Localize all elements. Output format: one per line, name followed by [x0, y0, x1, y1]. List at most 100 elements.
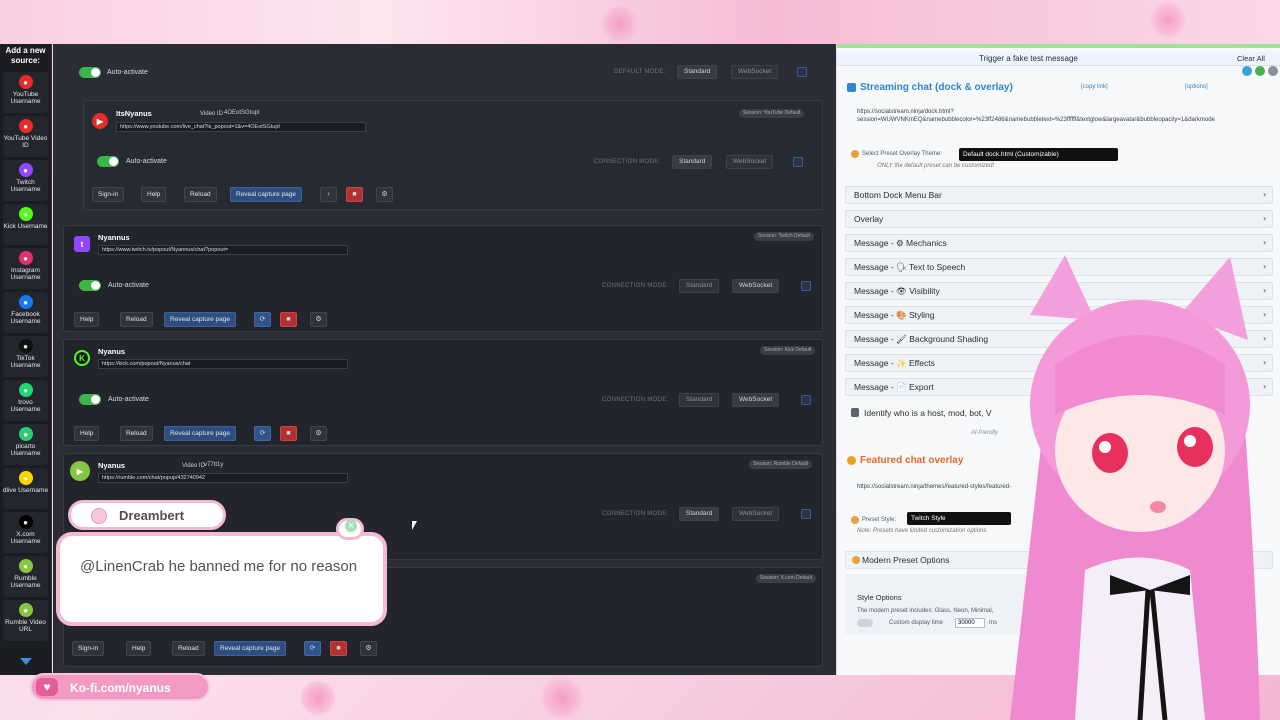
preset-theme-label: Select Preset Overlay Theme: — [862, 151, 942, 157]
sidebar-source-button[interactable]: ● YouTube Video ID — [3, 116, 48, 157]
sidebar-source-button[interactable]: ● trovo Username — [3, 380, 48, 421]
settings-icon[interactable] — [1268, 66, 1278, 76]
connection-mode-label: CONNECTION MODE: — [594, 159, 661, 165]
preset-note: ONLY the default preset can be customize… — [877, 163, 995, 169]
stop-button[interactable]: ■ — [280, 426, 297, 441]
auto-activate-toggle[interactable] — [79, 280, 101, 291]
sidebar-source-label: YouTube Video ID — [3, 135, 48, 149]
x-icon: ● — [18, 515, 33, 529]
sidebar-source-button[interactable]: ● TikTok Username — [3, 336, 48, 377]
stop-button[interactable]: ■ — [346, 187, 363, 202]
mode-standard-button[interactable]: Standard — [679, 393, 720, 407]
reload-button[interactable]: Reload — [184, 187, 217, 202]
video-id-value: 4OEotSGtupI — [224, 110, 260, 116]
source-url-input[interactable]: https://www.youtube.com/live_chat?is_pop… — [116, 122, 366, 132]
source-url-input[interactable]: https://kick.com/popout/Nyanus/chat — [98, 359, 348, 369]
sidebar-source-button[interactable]: ● picarto Username — [3, 424, 48, 465]
dock-url[interactable]: https://socialstream.ninja/dock.html?ses… — [857, 108, 1277, 124]
display-time-toggle[interactable] — [857, 619, 873, 627]
rumble-icon: ● — [18, 559, 33, 573]
mode-checkbox[interactable] — [801, 281, 811, 291]
reload-button[interactable]: Reload — [120, 426, 153, 441]
sidebar-source-button[interactable]: ● Instagram Username — [3, 248, 48, 289]
connection-mode-label: CONNECTION MODE: — [602, 511, 669, 517]
refresh-icon[interactable]: ⟳ — [254, 312, 271, 327]
mode-checkbox[interactable] — [801, 509, 811, 519]
reveal-capture-button[interactable]: Reveal capture page — [164, 312, 236, 327]
blossom-decoration — [300, 680, 336, 716]
globe-icon[interactable] — [1242, 66, 1252, 76]
instagram-icon: ● — [18, 251, 33, 265]
reload-button[interactable]: Reload — [120, 312, 153, 327]
sidebar-source-button[interactable]: ● Rumble Username — [3, 556, 48, 597]
mode-websocket-button[interactable]: WebSocket — [732, 279, 780, 293]
auto-activate-toggle[interactable] — [97, 156, 119, 167]
streaming-chat-title: Streaming chat (dock & overlay) — [860, 82, 1013, 93]
video-id-value: v77tt1y — [204, 462, 224, 468]
settings-accordion-item[interactable]: Bottom Dock Menu Bar › — [845, 186, 1273, 204]
reveal-capture-button[interactable]: Reveal capture page — [164, 426, 236, 441]
help-button[interactable]: Help — [126, 641, 152, 656]
mode-websocket-button[interactable]: WebSocket — [732, 393, 780, 407]
options-link[interactable]: [options] — [1185, 84, 1208, 90]
refresh-icon[interactable]: ⟳ — [254, 426, 271, 441]
reveal-capture-button[interactable]: Reveal capture page — [214, 641, 286, 656]
auto-activate-toggle[interactable] — [79, 67, 101, 78]
clear-all-button[interactable]: Clear All — [1237, 54, 1265, 63]
sidebar-source-button[interactable]: ● YouTube Username — [3, 72, 48, 113]
session-badge: Session: Rumble Default — [749, 460, 813, 469]
copy-link[interactable]: [copy link] — [1081, 84, 1108, 90]
source-url-input[interactable]: https://www.twitch.tv/popout/Nyannus/cha… — [98, 245, 348, 255]
settings-gear-icon[interactable]: ⚙ — [360, 641, 377, 656]
display-time-input[interactable]: 30000 — [955, 618, 985, 628]
sidebar-source-button[interactable]: ● Twitch Username — [3, 160, 48, 201]
settings-gear-icon[interactable]: ⚙ — [310, 312, 327, 327]
twitch-icon: t — [74, 236, 90, 252]
mode-checkbox[interactable] — [793, 157, 803, 167]
kofi-badge[interactable]: ♥ Ko-fi.com/nyanus — [30, 673, 210, 701]
stop-button[interactable]: ■ — [330, 641, 347, 656]
info-icon[interactable] — [1255, 66, 1265, 76]
mode-standard-button[interactable]: Standard — [679, 507, 720, 521]
help-button[interactable]: Help — [74, 426, 100, 441]
sidebar-source-button[interactable]: ● Facebook Username — [3, 292, 48, 333]
sign-in-button[interactable]: Sign-in — [92, 187, 125, 202]
auto-activate-toggle[interactable] — [79, 394, 101, 405]
twitch-icon: ● — [18, 163, 33, 177]
sidebar-source-button[interactable]: ● Rumble Video URL — [3, 600, 48, 641]
mode-websocket-button[interactable]: WebSocket — [731, 65, 779, 79]
mode-websocket-button[interactable]: WebSocket — [726, 155, 774, 169]
mode-standard-button[interactable]: Standard — [677, 65, 718, 79]
preset-style-note: Note: Presets have limited customization… — [857, 528, 987, 534]
sidebar-source-label: X.com Username — [10, 531, 41, 545]
mode-standard-button[interactable]: Standard — [679, 279, 720, 293]
featured-url[interactable]: https://socialstream.ninja/themes/featur… — [857, 483, 1011, 491]
reload-button[interactable]: Reload — [172, 641, 205, 656]
help-button[interactable]: Help — [141, 187, 167, 202]
sidebar-source-label: Rumble Username — [10, 575, 41, 589]
collapse-button[interactable]: ‹ — [320, 187, 337, 202]
help-button[interactable]: Help — [74, 312, 100, 327]
sidebar-source-button[interactable]: ● dlive Username — [3, 468, 48, 509]
mode-checkbox[interactable] — [801, 395, 811, 405]
stop-button[interactable]: ■ — [280, 312, 297, 327]
palette-icon — [851, 150, 859, 158]
mode-websocket-button[interactable]: WebSocket — [732, 507, 780, 521]
refresh-icon[interactable]: ⟳ — [304, 641, 321, 656]
host-icon — [851, 408, 859, 417]
source-url-input[interactable]: https://rumble.com/chat/popup/432740942 — [98, 473, 348, 483]
modern-desc: The modern preset includes: Glass, Neon,… — [857, 608, 994, 614]
close-bubble-icon[interactable] — [336, 518, 364, 540]
settings-gear-icon[interactable]: ⚙ — [310, 426, 327, 441]
scroll-down-icon[interactable] — [20, 658, 32, 665]
sidebar-source-button[interactable]: ● Kick Username — [3, 204, 48, 245]
preset-theme-select[interactable]: Default dock.html (Customizable) — [959, 148, 1118, 161]
fake-test-message-button[interactable]: Trigger a fake test message — [837, 52, 1280, 66]
reveal-capture-button[interactable]: Reveal capture page — [230, 187, 302, 202]
sign-in-button[interactable]: Sign-in — [72, 641, 105, 656]
mode-standard-button[interactable]: Standard — [672, 155, 713, 169]
mode-checkbox[interactable] — [797, 67, 807, 77]
settings-accordion-item[interactable]: Overlay › — [845, 210, 1273, 228]
settings-gear-icon[interactable]: ⚙ — [376, 187, 393, 202]
sidebar-source-button[interactable]: ● X.com Username — [3, 512, 48, 553]
